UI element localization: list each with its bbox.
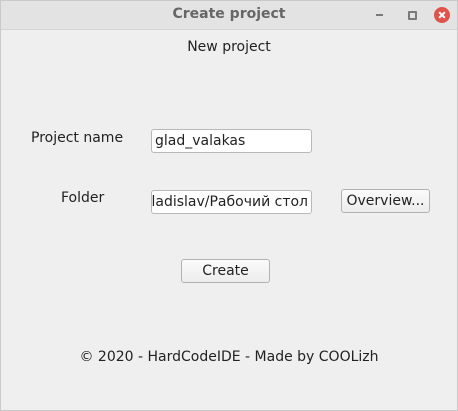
- folder-label: Folder: [61, 190, 105, 206]
- overview-button[interactable]: Overview...: [341, 189, 430, 213]
- footer-credits: © 2020 - HardCodeIDE - Made by COOLizh: [79, 349, 379, 365]
- title-bar[interactable]: Create project: [1, 1, 457, 30]
- project-name-input[interactable]: glad_valakas: [151, 129, 312, 153]
- window-title: Create project: [172, 6, 286, 22]
- minimize-icon[interactable]: [373, 8, 387, 22]
- close-icon[interactable]: [434, 7, 450, 23]
- dialog-heading: New project: [187, 39, 271, 55]
- create-project-window: Create project New project Project name …: [0, 0, 458, 411]
- folder-input[interactable]: /home/vladislav/Рабочий стол: [151, 190, 312, 214]
- project-name-label: Project name: [31, 130, 124, 146]
- maximize-icon[interactable]: [405, 8, 419, 22]
- create-button[interactable]: Create: [181, 259, 270, 283]
- folder-input-value: /home/vladislav/Рабочий стол: [151, 194, 308, 210]
